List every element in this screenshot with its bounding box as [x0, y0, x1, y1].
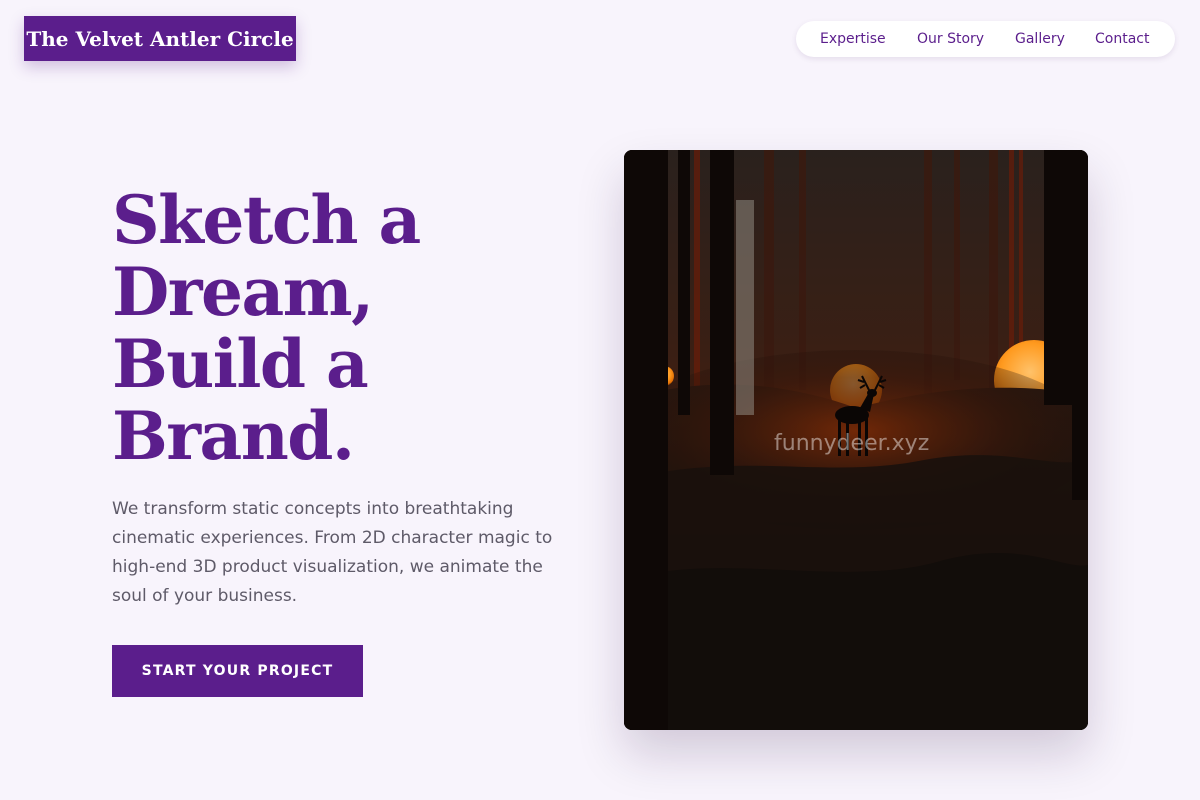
- image-watermark: funnydeer.xyz: [774, 431, 929, 456]
- nav-item-contact[interactable]: Contact: [1095, 21, 1149, 57]
- headline-line: Brand.: [112, 397, 355, 475]
- hero-image: funnydeer.xyz: [624, 150, 1088, 730]
- headline-line: Build a: [112, 325, 369, 403]
- nav-item-our-story[interactable]: Our Story: [917, 21, 984, 57]
- nav-item-gallery[interactable]: Gallery: [1015, 21, 1065, 57]
- forest-deer-illustration: funnydeer.xyz: [624, 150, 1088, 730]
- nav-item-expertise[interactable]: Expertise: [820, 21, 886, 57]
- headline-line: Sketch a: [112, 181, 421, 259]
- hero-description: We transform static concepts into breath…: [112, 499, 553, 606]
- headline-line: Dream,: [112, 253, 374, 331]
- main-nav: Expertise Our Story Gallery Contact: [796, 21, 1175, 57]
- start-project-button[interactable]: START YOUR PROJECT: [112, 645, 363, 697]
- hero-headline: Sketch a Dream, Build a Brand.: [112, 184, 572, 472]
- brand-logo[interactable]: The Velvet Antler Circle: [24, 16, 296, 61]
